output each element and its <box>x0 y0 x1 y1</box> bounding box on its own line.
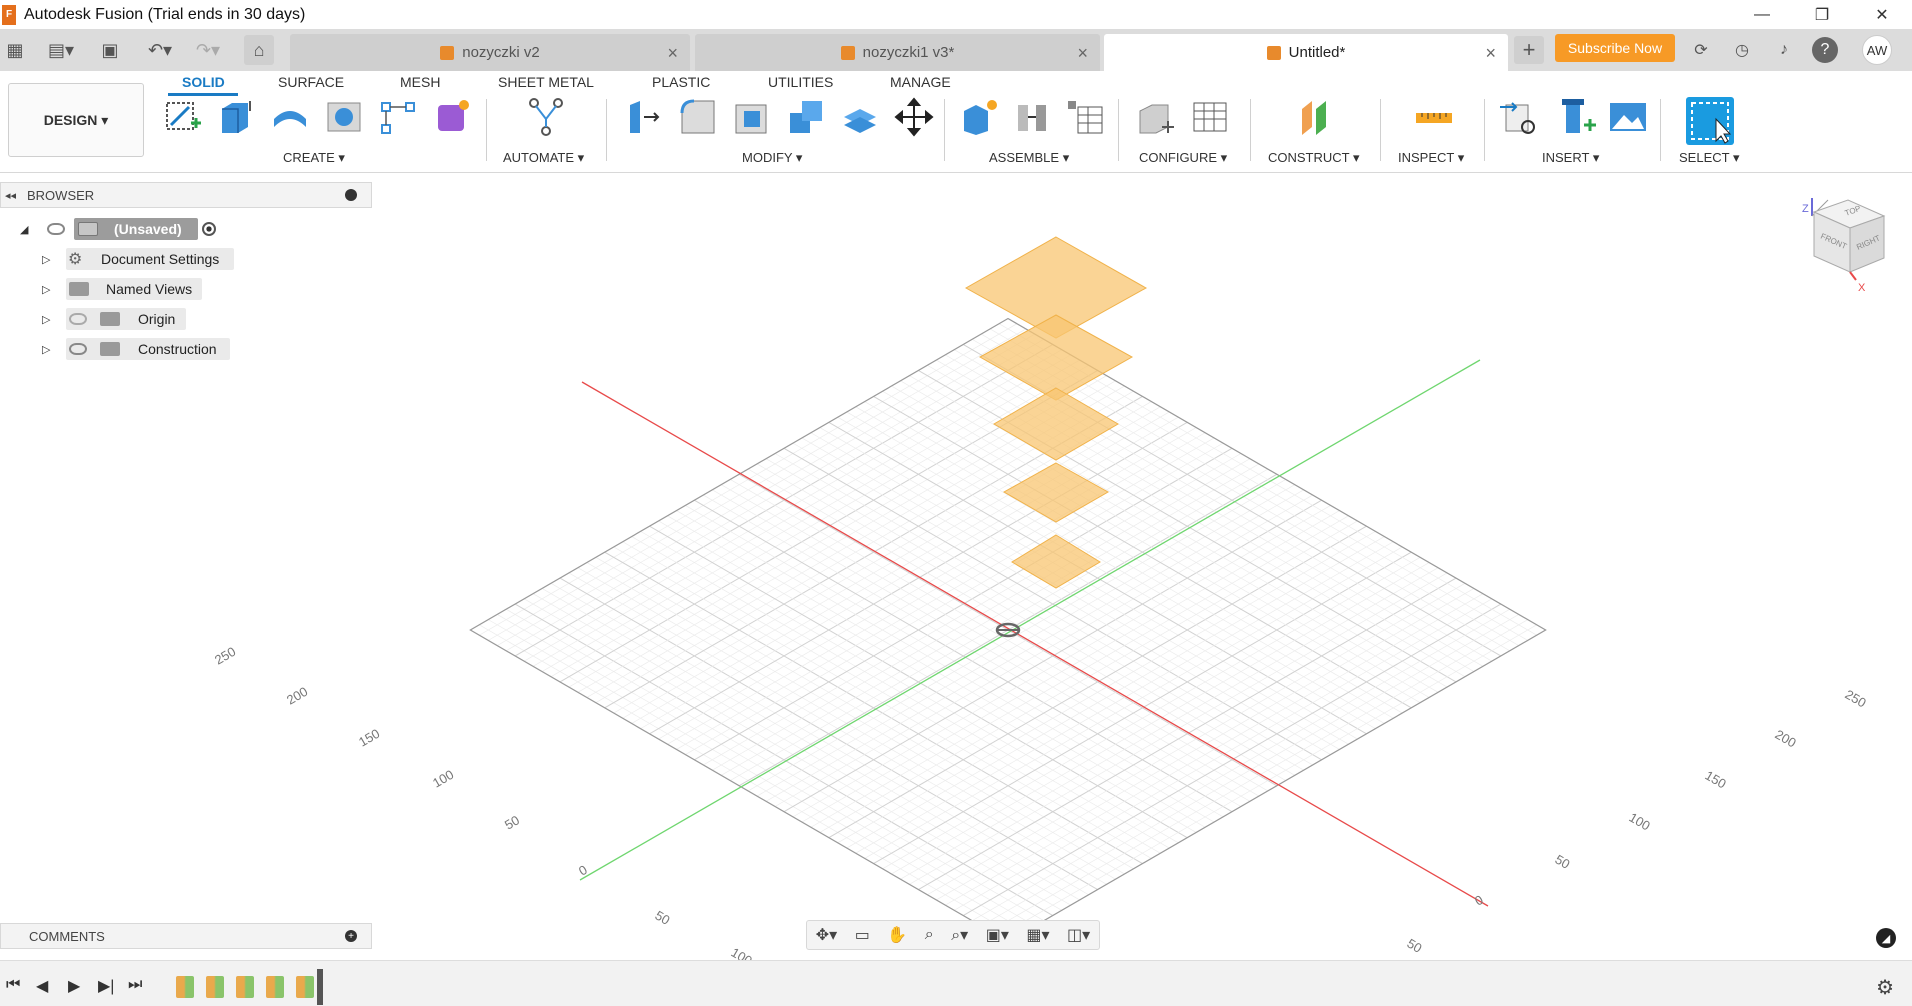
comments-panel-header[interactable]: COMMENTS + <box>0 923 372 949</box>
browser-panel-header[interactable]: ◂◂ BROWSER <box>0 182 372 208</box>
pan-hand-icon[interactable]: ✋ <box>887 925 907 945</box>
grid-label: 200 <box>1773 727 1799 751</box>
grid-label: 100 <box>430 767 456 791</box>
grid-label: 200 <box>284 684 310 708</box>
comments-title: COMMENTS <box>29 928 105 944</box>
expand-triangle-icon[interactable]: ▷ <box>42 253 50 266</box>
grid-label: 100 <box>1627 810 1653 834</box>
go-to-start-icon[interactable]: ⏮ <box>6 976 20 994</box>
folder-icon <box>100 342 120 356</box>
grid-label: 0 <box>1472 892 1486 909</box>
browser-item-label: Document Settings <box>101 251 220 267</box>
x-axis-line <box>581 381 1489 907</box>
sketch-palette-toggle-icon[interactable]: ◢ <box>1876 928 1896 948</box>
browser-title: BROWSER <box>27 187 95 203</box>
browser-item-named-views[interactable]: ▷ Named Views <box>0 278 240 300</box>
visibility-eye-icon[interactable] <box>69 343 87 355</box>
browser-root-node[interactable]: ◢ (Unsaved) <box>0 218 230 240</box>
step-forward-icon[interactable]: ▶| <box>98 976 114 996</box>
grid-label: 250 <box>212 644 238 668</box>
browser-item-label: Construction <box>138 341 217 357</box>
x-axis-label: X <box>1858 282 1866 294</box>
collapse-triangle-icon[interactable]: ◢ <box>20 223 28 236</box>
viewports-icon[interactable]: ◫▾ <box>1067 925 1090 945</box>
fusion-app: F Autodesk Fusion (Trial ends in 30 days… <box>0 0 1912 1006</box>
add-comment-icon[interactable]: + <box>345 930 357 942</box>
expand-triangle-icon[interactable]: ▷ <box>42 283 50 296</box>
timeline-sketch-feature[interactable] <box>266 976 284 998</box>
hidden-eye-icon[interactable] <box>69 313 87 325</box>
grid-label: 150 <box>1703 768 1729 792</box>
zoom-icon[interactable]: ⌕ <box>925 926 934 944</box>
browser-item-origin[interactable]: ▷ Origin <box>0 308 240 330</box>
browser-item-label: Origin <box>138 311 176 327</box>
grid-label: 50 <box>653 908 673 928</box>
folder-icon <box>100 312 120 326</box>
look-at-icon[interactable]: ▭ <box>855 925 870 945</box>
grid-label: 50 <box>502 812 522 832</box>
fit-zoom-icon[interactable]: ⌕▾ <box>951 925 968 945</box>
visibility-eye-icon[interactable] <box>47 223 65 235</box>
timeline-bar: ⏮ ◀ ▶ ▶| ⏭ ⚙ <box>0 960 1912 1006</box>
view-cube[interactable]: Z X TOP FRONT RIGHT <box>1800 194 1900 294</box>
grid-label: 50 <box>1405 936 1425 956</box>
browser-item-construction[interactable]: ▷ Construction <box>0 338 240 360</box>
browser-pin-icon[interactable] <box>345 189 357 201</box>
gear-icon: ⚙ <box>68 251 83 268</box>
browser-item-label: Named Views <box>106 281 193 297</box>
grid-settings-icon[interactable]: ▦▾ <box>1026 925 1049 945</box>
grid-label: 250 <box>1843 687 1869 711</box>
collapse-panel-icon[interactable]: ◂◂ <box>5 189 16 202</box>
navigation-bar: ✥▾ ▭ ✋ ⌕ ⌕▾ ▣▾ ▦▾ ◫▾ <box>806 920 1100 950</box>
play-icon[interactable]: ▶ <box>68 976 80 996</box>
grid-label: 150 <box>356 726 382 750</box>
grid-label: 0 <box>576 862 590 879</box>
expand-triangle-icon[interactable]: ▷ <box>42 343 50 356</box>
step-back-icon[interactable]: ◀ <box>36 976 48 996</box>
component-icon <box>78 222 98 236</box>
timeline-sketch-feature[interactable] <box>206 976 224 998</box>
3d-viewport[interactable]: 250 200 150 100 50 0 50 100 250 200 150 … <box>0 0 1912 1006</box>
grid-label: 50 <box>1553 852 1573 872</box>
root-node-label: (Unsaved) <box>114 221 182 237</box>
timeline-sketch-feature[interactable] <box>296 976 314 998</box>
x-axis-indicator <box>1849 271 1857 281</box>
timeline-marker[interactable] <box>317 969 323 1005</box>
timeline-sketch-feature[interactable] <box>176 976 194 998</box>
go-to-end-icon[interactable]: ⏭ <box>128 976 142 994</box>
timeline-sketch-feature[interactable] <box>236 976 254 998</box>
display-settings-icon[interactable]: ▣▾ <box>986 925 1009 945</box>
timeline-settings-gear-icon[interactable]: ⚙ <box>1876 975 1894 1000</box>
expand-triangle-icon[interactable]: ▷ <box>42 313 50 326</box>
folder-icon <box>69 282 89 296</box>
orbit-icon[interactable]: ✥▾ <box>816 925 837 945</box>
activate-component-icon[interactable] <box>202 222 216 236</box>
z-axis-label: Z <box>1802 203 1809 215</box>
browser-item-document-settings[interactable]: ▷ ⚙ Document Settings <box>0 248 240 270</box>
